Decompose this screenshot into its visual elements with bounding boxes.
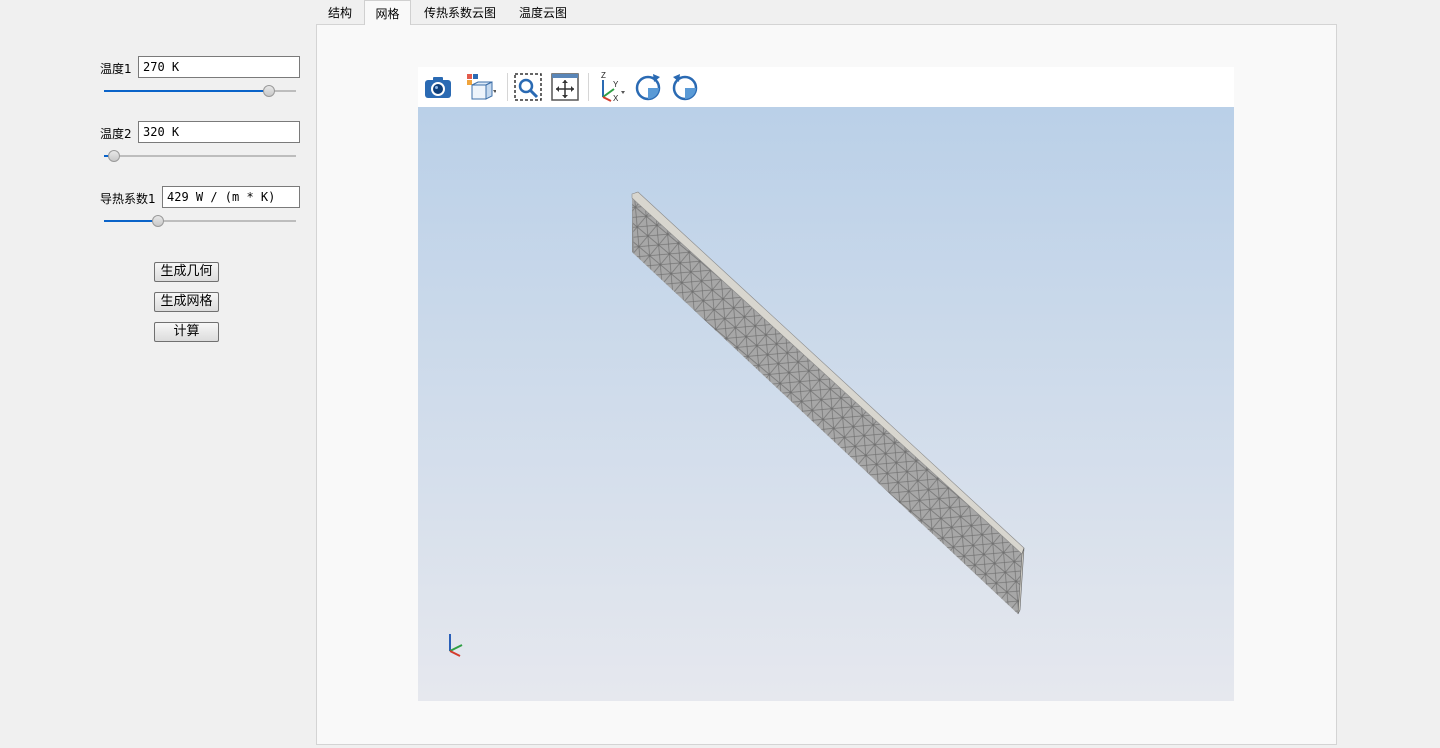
temp1-label: 温度1 [100, 62, 132, 76]
mesh-top-face [631, 191, 1025, 555]
slider-thumb[interactable] [151, 215, 164, 227]
slider-fill [104, 220, 158, 222]
orientation-triad-icon [449, 634, 463, 657]
tab-heat-transfer-coefficient-contour[interactable]: 传热系数云图 [416, 2, 504, 24]
fit-all-icon[interactable] [549, 71, 581, 103]
slider-thumb[interactable] [263, 85, 276, 97]
temp1-slider[interactable] [104, 85, 296, 97]
rotate-ccw-icon[interactable] [669, 71, 701, 103]
conductivity1-label: 导热系数1 [100, 192, 156, 206]
tab-mesh[interactable]: 网格 [364, 0, 411, 25]
generate-geometry-button[interactable]: 生成几何 [154, 262, 219, 282]
mesh-wireframe [632, 198, 1022, 614]
3d-viewport[interactable] [418, 107, 1234, 701]
slider-thumb[interactable] [107, 150, 120, 162]
slider-fill [104, 90, 270, 92]
compute-button[interactable]: 计算 [154, 322, 219, 342]
mesh-viewer: Z Y X [418, 67, 1234, 701]
zoom-box-icon[interactable] [512, 71, 544, 103]
viewer-toolbar: Z Y X [418, 67, 1234, 107]
temp2-input[interactable]: 320 K [138, 121, 300, 143]
camera-icon[interactable] [422, 71, 454, 103]
rotate-cw-icon[interactable] [632, 71, 664, 103]
mesh-render [631, 191, 1025, 615]
slider-track [104, 155, 296, 157]
view-cube-icon[interactable] [464, 71, 496, 103]
temp2-label: 温度2 [100, 127, 132, 141]
conductivity1-slider[interactable] [104, 215, 296, 227]
temp2-slider[interactable] [104, 150, 296, 162]
conductivity1-input[interactable]: 429 W / (m * K) [162, 186, 300, 208]
tab-temperature-contour[interactable]: 温度云图 [512, 2, 574, 24]
axis-y-label: Y [613, 80, 619, 89]
tab-structure[interactable]: 结构 [320, 2, 360, 24]
axis-z-label: Z [601, 71, 606, 80]
toolbar-separator [588, 73, 589, 101]
generate-mesh-button[interactable]: 生成网格 [154, 292, 219, 312]
axis-orientation-icon[interactable]: Z Y X [594, 71, 626, 103]
axis-x-label: X [613, 94, 619, 103]
temp1-input[interactable]: 270 K [138, 56, 300, 78]
toolbar-separator [507, 73, 508, 101]
